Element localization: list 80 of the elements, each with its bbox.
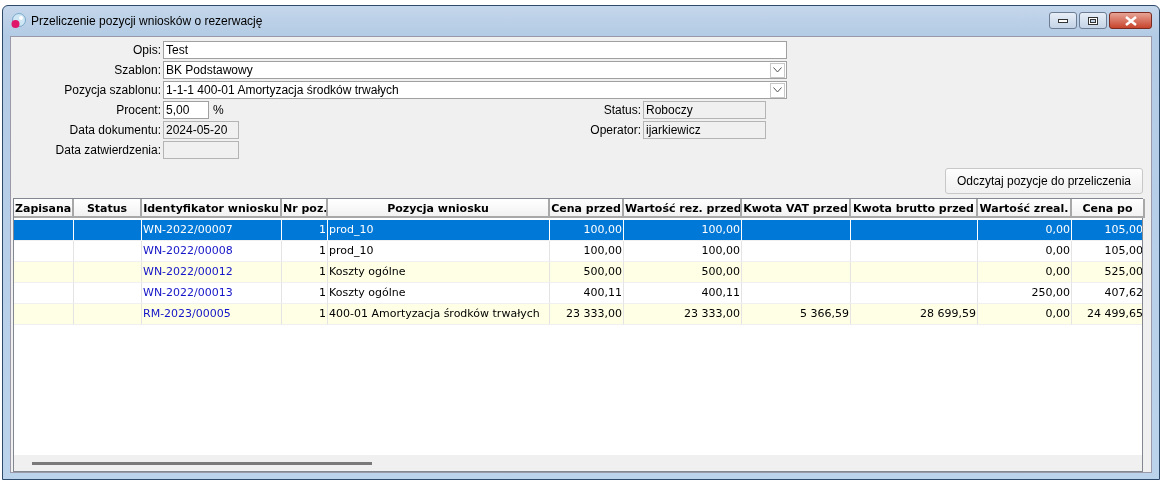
column-header[interactable]: Pozycja wniosku: [328, 199, 550, 218]
table-cell: prod_10: [329, 223, 374, 236]
table-cell: 28 699,59: [920, 307, 976, 320]
maximize-button[interactable]: [1079, 12, 1107, 29]
table-cell: 24 499,65: [1087, 307, 1142, 320]
table-cell: 407,62: [1104, 286, 1142, 299]
column-header[interactable]: Nr poz.: [282, 199, 328, 218]
restore-icon[interactable]: [1088, 16, 1098, 25]
column-header[interactable]: Kwota brutto przed: [851, 199, 978, 218]
table-cell: 1: [319, 223, 326, 236]
request-link[interactable]: RM-2023/00005: [143, 307, 231, 320]
scrollbar-thumb[interactable]: [32, 461, 372, 465]
table-row[interactable]: RM-2023/00005 1 400-01 Amortyzacja środków trwałych 23 333,00 23 333,00 5 366,59 28 699,59 0,00 24 499,65: [14, 304, 1142, 325]
horizontal-scrollbar[interactable]: [14, 455, 1142, 471]
table-cell: 100,00: [701, 223, 740, 236]
field-label: Szablon:: [113, 63, 161, 77]
table-cell: 100,00: [583, 244, 622, 257]
table-cell: Koszty ogólne: [329, 286, 406, 299]
column-header[interactable]: Zapisana: [14, 199, 74, 218]
column-header[interactable]: Status: [74, 199, 142, 218]
table-row[interactable]: WN-2022/00012 1 Koszty ogólne 500,00 500,00 0,00 525,00: [14, 262, 1142, 283]
table-cell: 400,11: [701, 286, 740, 299]
column-header[interactable]: Wartość zreal.: [978, 199, 1072, 218]
request-link[interactable]: WN-2022/00012: [143, 265, 233, 278]
minimize-icon[interactable]: [1058, 18, 1068, 23]
field-label: Data zatwierdzenia:: [54, 143, 161, 157]
table-cell: 500,00: [701, 265, 740, 278]
table-cell: 23 333,00: [684, 307, 740, 320]
table-cell: 525,00: [1104, 265, 1142, 278]
table-cell: 400,11: [583, 286, 622, 299]
table-cell: prod_10: [329, 244, 374, 257]
field-label: Pozycja szablonu:: [63, 83, 161, 97]
field-label: Operator:: [589, 123, 641, 137]
field-label: Status:: [602, 103, 641, 117]
table-cell: 0,00: [1045, 307, 1070, 320]
field-label: Opis:: [132, 43, 161, 57]
table-cell: 1: [319, 307, 326, 320]
chevron-down-icon[interactable]: [773, 67, 782, 73]
input-field: Roboczy: [643, 101, 766, 119]
load-items-button[interactable]: Odczytaj pozycje do przeliczenia: [945, 168, 1143, 194]
minimize-button[interactable]: [1049, 12, 1077, 29]
field-label: Procent:: [115, 103, 161, 117]
request-link[interactable]: WN-2022/00013: [143, 286, 233, 299]
input-field[interactable]: 5,00: [163, 101, 209, 119]
table-cell: 0,00: [1045, 244, 1070, 257]
table-cell: 500,00: [583, 265, 622, 278]
chevron-down-icon[interactable]: [773, 87, 782, 93]
close-button[interactable]: [1109, 12, 1152, 29]
column-header[interactable]: Wartość rez. przed: [624, 199, 742, 218]
column-header[interactable]: Identyfikator wniosku: [142, 199, 282, 218]
table-row[interactable]: WN-2022/00007 1 prod_10 100,00 100,00 0,00 105,00: [14, 220, 1142, 241]
table-cell: 100,00: [583, 223, 622, 236]
app-icon: [10, 13, 26, 29]
table-cell: 400-01 Amortyzacja środków trwałych: [329, 307, 540, 320]
dropdown-field[interactable]: BK Podstawowy: [163, 61, 787, 79]
table-cell: 0,00: [1045, 265, 1070, 278]
column-header[interactable]: Kwota VAT przed: [742, 199, 851, 218]
table-cell: 5 366,59: [800, 307, 849, 320]
column-header[interactable]: Cena po: [1072, 199, 1145, 218]
close-icon[interactable]: [1124, 15, 1137, 26]
table-cell: 100,00: [701, 244, 740, 257]
table-cell: 1: [319, 265, 326, 278]
table-cell: 250,00: [1031, 286, 1070, 299]
request-link[interactable]: WN-2022/00007: [143, 223, 233, 236]
input-field[interactable]: Test: [163, 41, 787, 59]
field-label: Data dokumentu:: [68, 123, 161, 137]
table-cell: 105,00: [1104, 223, 1142, 236]
input-field: 2024-05-20: [163, 121, 239, 139]
window-title: Przeliczenie pozycji wniosków o rezerwację: [31, 14, 264, 28]
column-header[interactable]: Cena przed: [550, 199, 624, 218]
table-cell: Koszty ogólne: [329, 265, 406, 278]
table-cell: 1: [319, 244, 326, 257]
table-cell: 105,00: [1104, 244, 1142, 257]
dropdown-field[interactable]: 1-1-1 400-01 Amortyzacja środków trwałych: [163, 81, 787, 99]
request-link[interactable]: WN-2022/00008: [143, 244, 233, 257]
unit-label: %: [212, 103, 224, 117]
table-cell: 23 333,00: [566, 307, 622, 320]
table-cell: 1: [319, 286, 326, 299]
input-field: ijarkiewicz: [643, 121, 766, 139]
table-cell: 0,00: [1045, 223, 1070, 236]
